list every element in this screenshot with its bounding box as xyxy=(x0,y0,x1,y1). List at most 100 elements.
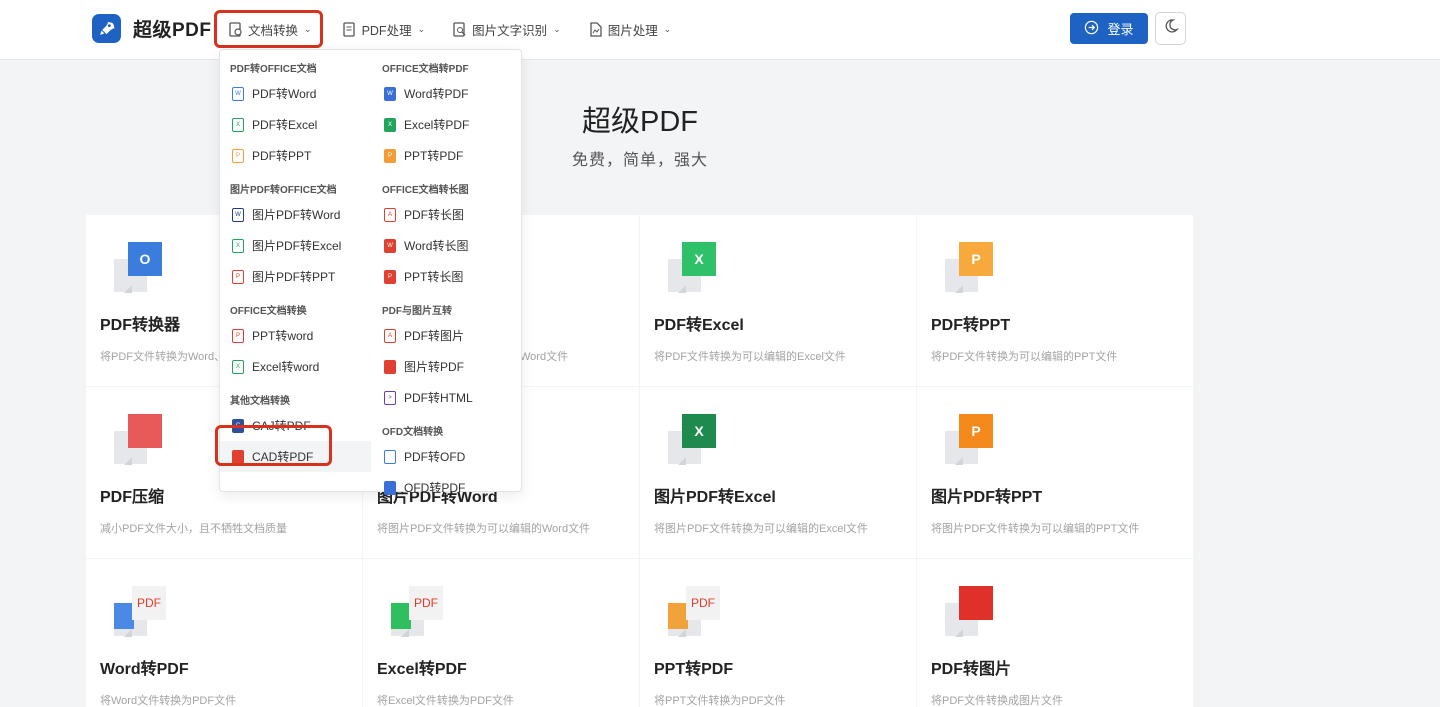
dropdown-section-heading: 图片PDF转OFFICE文档 xyxy=(230,185,337,196)
dropdown-item[interactable]: X Excel转PDF xyxy=(372,109,523,140)
file-type-icon: P xyxy=(384,269,396,284)
card-title: Word转PDF xyxy=(100,661,189,678)
icon-face: PDF xyxy=(686,586,720,620)
chevron-down-icon: ⌄ xyxy=(304,23,312,34)
dropdown-item[interactable]: P PDF转PPT xyxy=(220,140,371,171)
dropdown-item[interactable]: 图片转PDF xyxy=(372,351,523,382)
card-description: 将PPT文件转换为PDF文件 xyxy=(654,695,786,707)
main-nav: 文档转换 ⌄ PDF处理 ⌄ 图片文字识别 ⌄ 图片处理 ⌄ xyxy=(214,10,685,48)
file-type-icon: A xyxy=(384,328,396,343)
dropdown-item-label: Word转PDF xyxy=(404,87,469,101)
dropdown-item-label: PDF转OFD xyxy=(404,450,466,464)
tool-card[interactable]: PDF Word转PDF 将Word文件转换为PDF文件 xyxy=(86,559,362,707)
file-type-icon: P xyxy=(384,148,396,163)
nav-label: 文档转换 xyxy=(248,23,299,38)
card-title: PDF转图片 xyxy=(931,661,1012,678)
file-type-icon: P xyxy=(232,328,244,343)
dropdown-item-label: 图片转PDF xyxy=(404,360,465,374)
dropdown-item-label: PDF转PPT xyxy=(252,149,312,163)
dropdown-item[interactable]: P PPT转PDF xyxy=(372,140,523,171)
dropdown-item[interactable]: > PDF转HTML xyxy=(372,382,523,413)
file-type-icon: X xyxy=(232,117,244,132)
dropdown-item[interactable]: X PDF转Excel xyxy=(220,109,371,140)
tool-card[interactable]: P 图片PDF转PPT 将图片PDF文件转换为可以编辑的PPT文件 xyxy=(917,387,1193,558)
pdf-doc-icon: PDF xyxy=(391,586,443,637)
tool-card[interactable]: PDF PPT转PDF 将PPT文件转换为PDF文件 xyxy=(640,559,916,707)
file-type-icon: W xyxy=(232,86,244,101)
dropdown-item[interactable]: W Word转长图 xyxy=(372,230,523,261)
file-type-icon: W xyxy=(384,238,396,253)
dropdown-right-column: OFFICE文档转PDF W Word转PDF X Excel转PDF P PPT转PDF O… xyxy=(372,50,523,503)
dropdown-section-heading: OFD文档转换 xyxy=(382,427,444,438)
dropdown-left-column: PDF转OFFICE文档 W PDF转Word X PDF转Excel P PDF转PPT 图… xyxy=(220,50,371,472)
chevron-down-icon: ⌄ xyxy=(553,23,561,34)
login-icon xyxy=(1084,20,1099,38)
dropdown-item-label: PDF转HTML xyxy=(404,391,473,405)
doc-convert-icon xyxy=(229,21,243,37)
dropdown-item[interactable]: A PDF转长图 xyxy=(372,199,523,230)
tool-card[interactable]: X PDF转Excel 将PDF文件转换为可以编辑的Excel文件 xyxy=(640,215,916,386)
tool-card[interactable]: X 图片PDF转Excel 将图片PDF文件转换为可以编辑的Excel文件 xyxy=(640,387,916,558)
file-type-icon xyxy=(384,449,396,464)
theme-toggle-button[interactable] xyxy=(1155,12,1186,45)
dropdown-item[interactable]: P PPT转长图 xyxy=(372,261,523,292)
nav-image-process[interactable]: 图片处理 ⌄ xyxy=(575,10,686,48)
dropdown-item[interactable]: P PPT转word xyxy=(220,320,371,351)
icon-face xyxy=(959,586,993,620)
dropdown-item[interactable]: X 图片PDF转Excel xyxy=(220,230,371,261)
card-title: PDF压缩 xyxy=(100,489,165,506)
dropdown-item-label: Excel转word xyxy=(252,360,320,374)
dropdown-item-label: PDF转Word xyxy=(252,87,317,101)
dropdown-item[interactable]: W PDF转Word xyxy=(220,78,371,109)
dropdown-item[interactable]: A PDF转图片 xyxy=(372,320,523,351)
card-title: 图片PDF转PPT xyxy=(931,489,1043,506)
office-doc-icon: X xyxy=(668,414,720,465)
dropdown-item-label: 图片PDF转Word xyxy=(252,208,341,222)
nav-ocr[interactable]: 图片文字识别 ⌄ xyxy=(439,10,575,48)
dropdown-item[interactable]: PDF转OFD xyxy=(372,441,523,472)
ocr-icon xyxy=(453,21,467,37)
moon-icon xyxy=(1163,18,1179,39)
top-header: 超级PDF 文档转换 ⌄ PDF处理 ⌄ 图片文字识别 ⌄ 图片处理 ⌄ 登录 xyxy=(0,0,1440,60)
dropdown-item[interactable]: X Excel转word xyxy=(220,351,371,382)
tool-card[interactable]: PDF Excel转PDF 将Excel文件转换为PDF文件 xyxy=(363,559,639,707)
tool-icon xyxy=(945,586,997,637)
card-description: 将图片PDF文件转换为可以编辑的Excel文件 xyxy=(654,523,868,535)
card-title: PDF转Excel xyxy=(654,317,744,334)
tool-card[interactable]: P PDF转PPT 将PDF文件转换为可以编辑的PPT文件 xyxy=(917,215,1193,386)
nav-pdf-process[interactable]: PDF处理 ⌄ xyxy=(329,10,440,48)
dropdown-item[interactable]: W Word转PDF xyxy=(372,78,523,109)
office-doc-icon: P xyxy=(945,414,997,465)
nav-label: PDF处理 xyxy=(361,23,412,38)
file-type-icon: P xyxy=(232,148,244,163)
file-type-icon xyxy=(384,480,396,495)
doc-tab xyxy=(391,603,411,629)
dropdown-item-label: PDF转Excel xyxy=(252,118,318,132)
dropdown-item-label: PDF转长图 xyxy=(404,208,465,222)
tool-card[interactable]: PDF转图片 将PDF文件转换成图片文件 xyxy=(917,559,1193,707)
file-type-icon: X xyxy=(232,359,244,374)
office-doc-icon: P xyxy=(945,242,997,293)
login-label: 登录 xyxy=(1107,22,1134,37)
dropdown-item[interactable]: P 图片PDF转PPT xyxy=(220,261,371,292)
card-description: 将图片PDF文件转换为可以编辑的PPT文件 xyxy=(931,523,1140,535)
login-button[interactable]: 登录 xyxy=(1070,13,1148,44)
pdf-doc-icon: PDF xyxy=(668,586,720,637)
tool-icon xyxy=(114,414,166,465)
file-type-icon: X xyxy=(232,238,244,253)
dropdown-item[interactable]: OFD转PDF xyxy=(372,472,523,503)
icon-face: PDF xyxy=(409,586,443,620)
card-description: 减小PDF文件大小，且不牺牲文档质量 xyxy=(100,523,287,535)
pdf-process-icon xyxy=(342,21,357,37)
icon-face: P xyxy=(959,414,993,448)
nav-doc-convert[interactable]: 文档转换 ⌄ xyxy=(214,10,323,48)
logo[interactable]: 超级PDF xyxy=(92,14,212,43)
card-description: 将PDF文件转换为可以编辑的PPT文件 xyxy=(931,351,1118,363)
file-type-icon: P xyxy=(232,269,244,284)
card-title: PDF转换器 xyxy=(100,317,181,334)
dropdown-item-label: OFD转PDF xyxy=(404,481,466,495)
chevron-down-icon: ⌄ xyxy=(663,23,672,34)
dropdown-item[interactable]: W 图片PDF转Word xyxy=(220,199,371,230)
nav-label: 图片文字识别 xyxy=(472,23,548,38)
office-doc-icon: X xyxy=(668,242,720,293)
